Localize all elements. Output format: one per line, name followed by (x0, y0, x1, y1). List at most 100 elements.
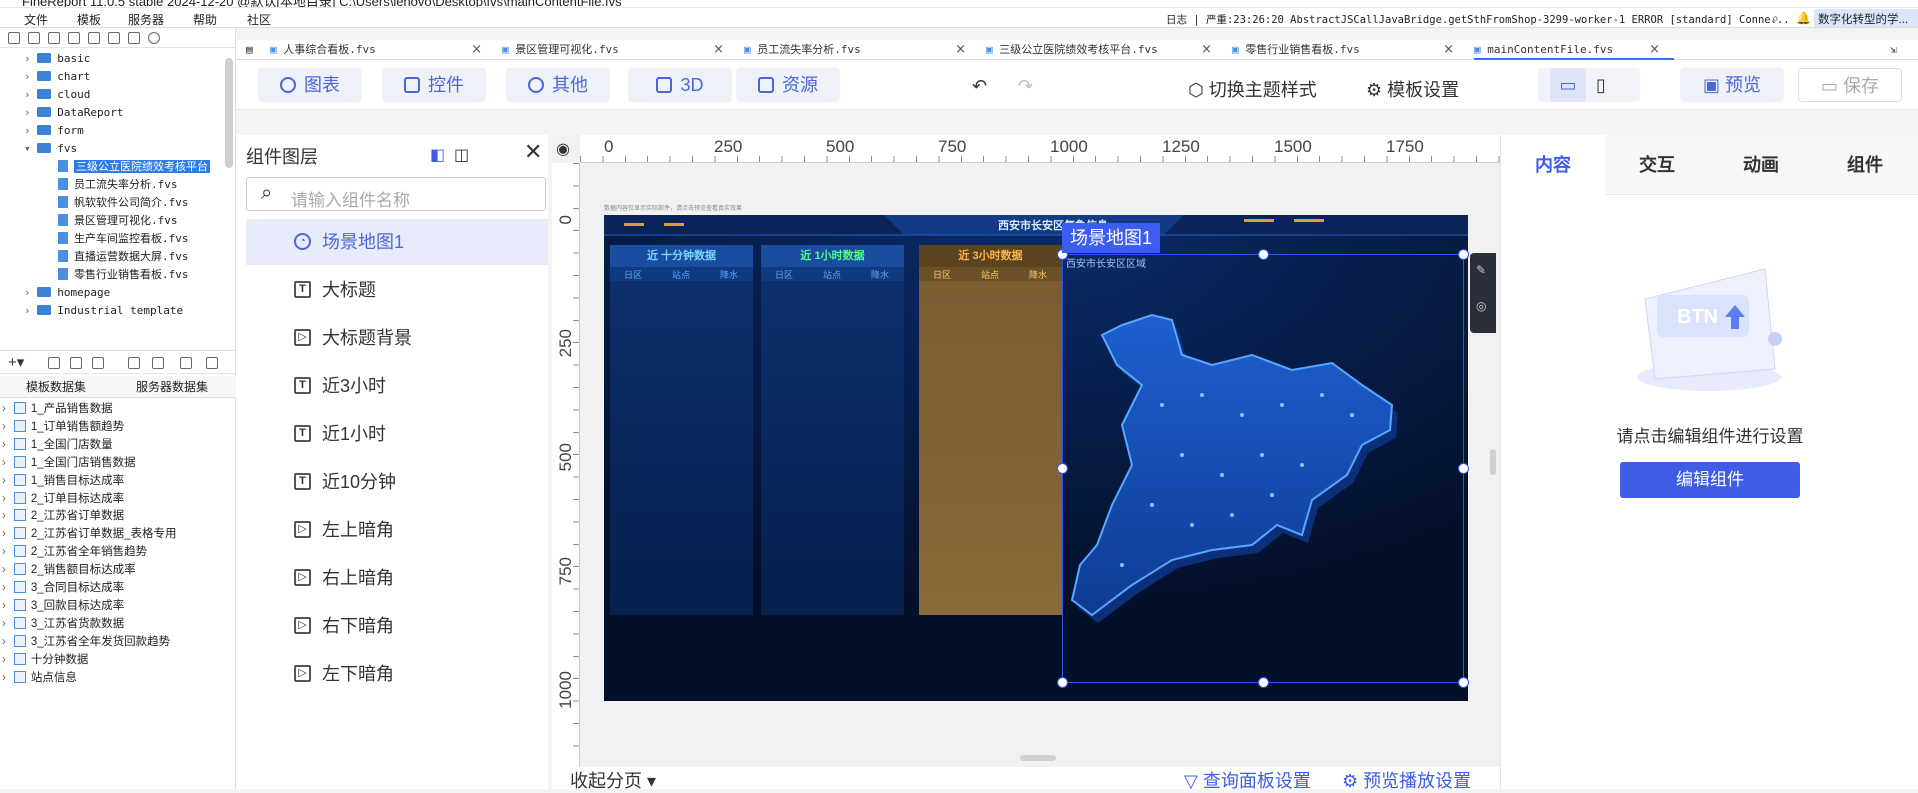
split-icon[interactable]: ◫ (454, 145, 469, 165)
tree-folder[interactable]: › chart (24, 68, 90, 86)
other-button[interactable]: 其他 (506, 68, 610, 102)
expand-icon[interactable]: › (24, 286, 37, 299)
menu-community[interactable]: 社区 (247, 11, 271, 28)
db-add-icon[interactable] (180, 357, 192, 369)
delete-dataset-icon[interactable] (70, 357, 82, 369)
expand-icon[interactable]: › (2, 600, 6, 612)
template-settings-button[interactable]: ⚙ 模板设置 (1366, 76, 1459, 102)
undo-icon[interactable]: ↶ (972, 76, 987, 97)
dataset-item[interactable]: › 1_订单销售额趋势 (2, 418, 124, 436)
play-settings-button[interactable]: ⚙ 预览播放设置 (1342, 767, 1471, 793)
open-icon[interactable] (28, 32, 40, 44)
tree-file[interactable]: 三级公立医院绩效考核平台 (58, 158, 210, 176)
paste-icon[interactable] (68, 32, 80, 44)
dataset-item[interactable]: › 1_产品销售数据 (2, 400, 113, 418)
tab-interaction[interactable]: 交互 (1605, 135, 1709, 195)
tree-file[interactable]: 帆软软件公司简介.fvs (58, 194, 189, 212)
dataset-item[interactable]: › 3_合同目标达成率 (2, 579, 124, 597)
layer-item[interactable]: ▷ 大标题背景 (246, 315, 548, 361)
tree-scrollbar[interactable] (225, 58, 233, 168)
expand-icon[interactable]: › (2, 618, 6, 630)
collapse-pages-button[interactable]: 收起分页 ▾ (570, 767, 656, 793)
expand-icon[interactable]: › (2, 493, 6, 505)
close-tab-icon[interactable]: × (955, 40, 966, 60)
layout-icon[interactable]: ◧ (430, 145, 445, 165)
doc-tab[interactable]: ▣ mainContentFile.fvs × (1474, 40, 1674, 60)
new-file-icon[interactable] (8, 32, 20, 44)
layer-search-input[interactable]: 请输入组件名称 (291, 186, 410, 211)
layer-item[interactable]: T 大标题 (246, 267, 548, 313)
tree-folder[interactable]: ▾ fvs (24, 140, 77, 158)
dataset-item[interactable]: › 1_销售目标达成率 (2, 472, 124, 490)
dataset-item[interactable]: › 2_订单目标达成率 (2, 490, 124, 508)
expand-icon[interactable]: › (2, 475, 6, 487)
layer-item[interactable]: ◔ 场景地图1 (246, 219, 548, 265)
doc-tab[interactable]: ▣ 员工流失率分析.fvs × (744, 40, 980, 60)
tab-overflow-icon[interactable]: ⇲ (1890, 40, 1897, 60)
close-tab-icon[interactable]: × (713, 40, 724, 60)
resize-handle-t[interactable] (1258, 249, 1269, 260)
edit-component-button[interactable]: 编辑组件 (1620, 462, 1800, 498)
expand-icon[interactable]: › (24, 88, 37, 101)
layer-item[interactable]: ▷ 左上暗角 (246, 507, 548, 553)
horizontal-scrollbar[interactable] (1020, 755, 1056, 761)
chart-button[interactable]: 图表 (258, 68, 362, 102)
tree-folder[interactable]: › DataReport (24, 104, 123, 122)
doc-tab[interactable]: ▣ 景区管理可视化.fvs × (502, 40, 738, 60)
preview-button[interactable]: ▣ 预览 (1680, 68, 1784, 102)
layer-item[interactable]: ▷ 右上暗角 (246, 555, 548, 601)
dataset-item[interactable]: › 1_全国门店数量 (2, 436, 113, 454)
dataset-item[interactable]: › 2_销售额目标达成率 (2, 561, 136, 579)
copy-icon[interactable] (48, 32, 60, 44)
edit-dataset-icon[interactable] (48, 357, 60, 369)
db-settings-icon[interactable] (206, 357, 218, 369)
dataset-item[interactable]: › 十分钟数据 (2, 651, 88, 669)
tree-folder[interactable]: › Industrial template (24, 302, 183, 320)
tab-content[interactable]: 内容 (1501, 135, 1605, 195)
selection-box[interactable] (1057, 249, 1469, 688)
doc-tab[interactable]: ▣ 零售行业销售看板.fvs × (1232, 40, 1468, 60)
data-panel[interactable]: 近 1小时数据 日区 站点 降水 (761, 245, 904, 615)
tree-folder[interactable]: › form (24, 122, 84, 140)
menu-help[interactable]: 帮助 (193, 11, 217, 28)
expand-icon[interactable]: › (2, 582, 6, 594)
tree-file[interactable]: 直播运营数据大屏.fvs (58, 248, 189, 266)
log-message[interactable]: 日志 | 严重:23:26:20 AbstractJSCallJavaBridg… (1166, 12, 1790, 27)
expand-icon[interactable]: › (2, 439, 6, 451)
tab-animation[interactable]: 动画 (1709, 135, 1813, 195)
expand-icon[interactable]: › (2, 421, 6, 433)
layer-item[interactable]: T 近3小时 (246, 363, 548, 409)
lock-icon[interactable] (128, 32, 140, 44)
expand-icon[interactable]: › (2, 510, 6, 522)
dataset-item[interactable]: › 1_全国门店销售数据 (2, 454, 136, 472)
tabs-menu-icon[interactable]: ▤ (246, 40, 253, 60)
eye-icon[interactable]: ◉ (556, 139, 570, 159)
tree-file[interactable]: 员工流失率分析.fvs (58, 176, 178, 194)
menu-template[interactable]: 模板 (77, 11, 101, 28)
menu-file[interactable]: 文件 (24, 11, 48, 28)
expand-icon[interactable]: › (24, 106, 37, 119)
expand-icon[interactable]: › (24, 70, 37, 83)
expand-icon[interactable]: › (2, 654, 6, 666)
close-icon[interactable]: ✕ (524, 139, 542, 165)
promo-tag[interactable]: 数字化转型的学... (1814, 9, 1918, 27)
resource-button[interactable]: 资源 (736, 68, 840, 102)
resize-handle-bl[interactable] (1057, 677, 1068, 688)
database-icon[interactable] (92, 357, 104, 369)
delete-icon[interactable] (88, 32, 100, 44)
resize-handle-tr[interactable] (1458, 249, 1469, 260)
check-icon[interactable] (152, 357, 164, 369)
dataset-item[interactable]: › 3_江苏省全年发货回款趋势 (2, 633, 170, 651)
expand-icon[interactable]: › (2, 457, 6, 469)
vertical-scrollbar[interactable] (1490, 449, 1496, 475)
layer-item[interactable]: ▷ 右下暗角 (246, 603, 548, 649)
close-tab-icon[interactable]: × (471, 40, 482, 60)
layer-item[interactable]: ▷ 左下暗角 (246, 651, 548, 697)
menu-server[interactable]: 服务器 (128, 11, 164, 28)
close-tab-icon[interactable]: × (1443, 40, 1454, 60)
tree-file[interactable]: 零售行业销售看板.fvs (58, 266, 189, 284)
locate-icon[interactable] (148, 32, 160, 44)
expand-icon[interactable]: › (24, 124, 37, 137)
expand-icon[interactable]: › (24, 52, 37, 65)
close-tab-icon[interactable]: × (1201, 40, 1212, 60)
